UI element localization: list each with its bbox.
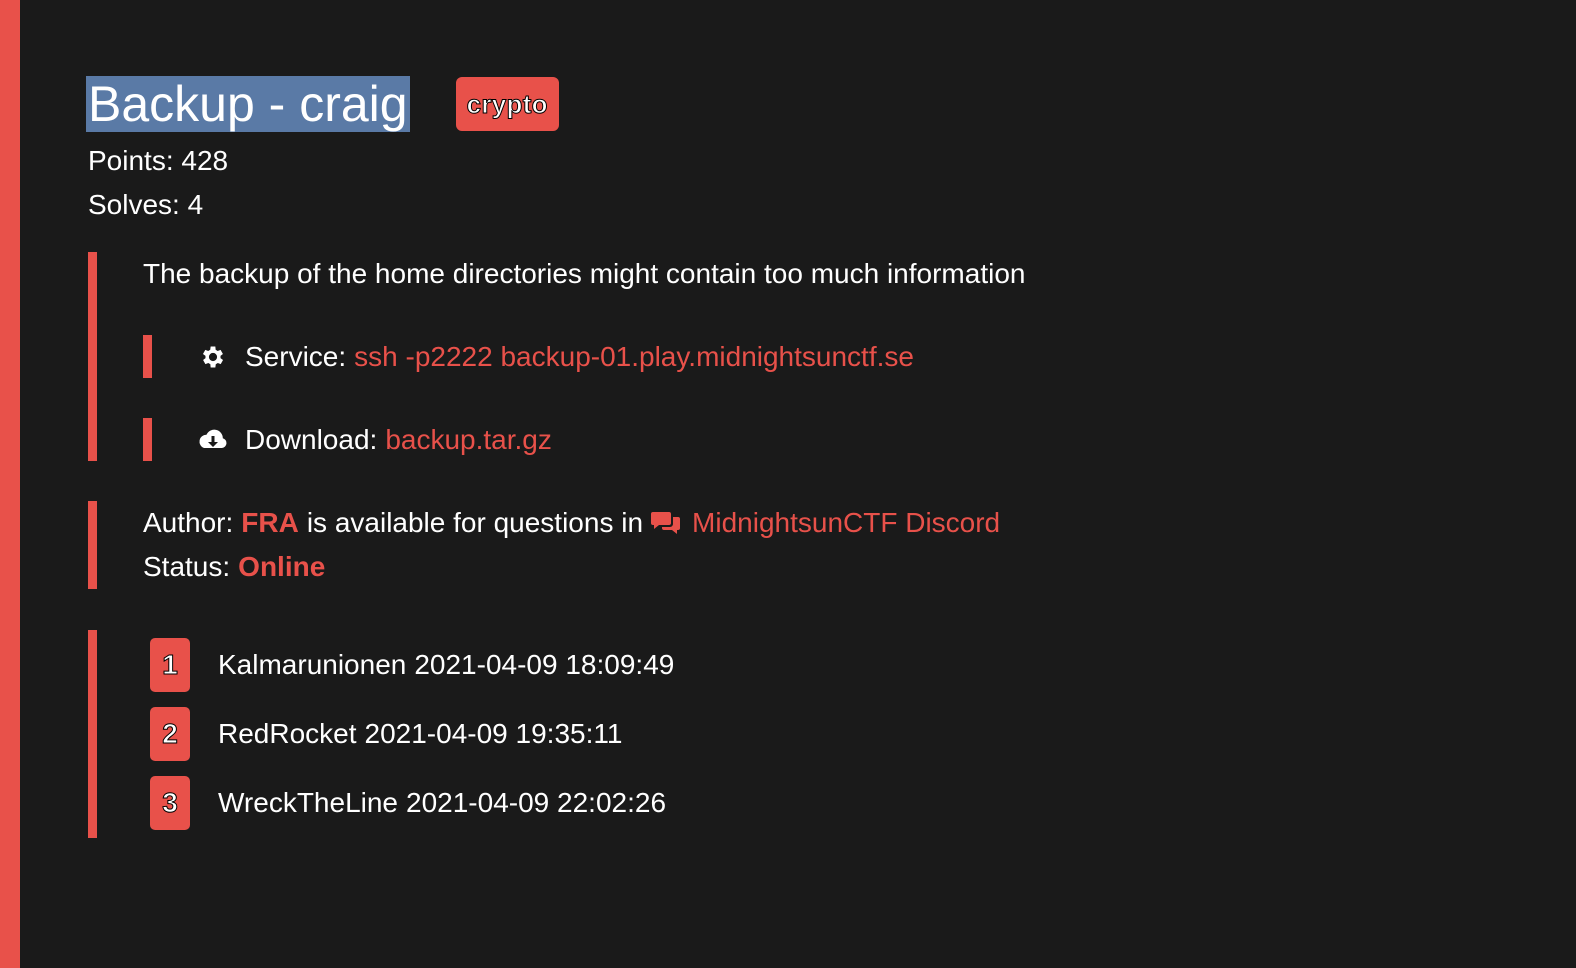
solver-team: Kalmarunionen [218,649,407,680]
title-row: Backup - craig crypto [86,76,1488,132]
discord-link[interactable]: MidnightsunCTF Discord [692,501,1000,545]
status-line: Status: Online [143,545,1488,589]
points-label: Points: [88,145,174,176]
status-value: Online [238,551,326,582]
rank-badge: 2 [150,707,190,761]
accent-edge [0,0,20,968]
author-block: Author: FRA is available for questions i… [88,501,1488,589]
list-item: 1 Kalmarunionen 2021-04-09 18:09:49 [150,638,1488,692]
author-name[interactable]: FRA [241,501,299,545]
solves-line: Solves: 4 [88,183,1488,227]
description-block: The backup of the home directories might… [88,252,1488,461]
solver-team: WreckTheLine [218,787,399,818]
chat-icon [651,508,681,538]
list-item: 2 RedRocket 2021-04-09 19:35:11 [150,707,1488,761]
challenge-title: Backup - craig [86,76,410,132]
download-link[interactable]: backup.tar.gz [385,424,552,456]
category-tag[interactable]: crypto [455,77,559,131]
solve-time: 2021-04-09 18:09:49 [414,649,675,680]
service-row: Service: ssh -p2222 backup-01.play.midni… [143,335,1488,378]
status-label: Status: [143,551,231,582]
challenge-page: Backup - craig crypto Points: 428 Solves… [0,0,1576,968]
rank-badge: 3 [150,776,190,830]
rank-badge: 1 [150,638,190,692]
solvers-list: 1 Kalmarunionen 2021-04-09 18:09:49 2 Re… [88,630,1488,838]
author-line: Author: FRA is available for questions i… [143,501,1488,545]
author-label: Author: [143,507,234,538]
service-link[interactable]: ssh -p2222 backup-01.play.midnightsunctf… [354,341,914,373]
solves-label: Solves: [88,189,180,220]
points-line: Points: 428 [88,139,1488,183]
solve-time: 2021-04-09 19:35:11 [364,718,623,749]
challenge-description: The backup of the home directories might… [143,258,1026,289]
challenge-card: Backup - craig crypto Points: 428 Solves… [86,76,1488,838]
solves-value: 4 [187,189,204,220]
points-value: 428 [181,145,229,176]
solver-team: RedRocket [218,718,357,749]
download-label: Download: [245,423,378,455]
gear-icon [197,341,229,373]
cloud-download-icon [197,424,229,456]
download-row: Download: backup.tar.gz [143,418,1488,461]
list-item: 3 WreckTheLine 2021-04-09 22:02:26 [150,776,1488,830]
author-middle-text: is available for questions in [306,507,644,538]
solve-time: 2021-04-09 22:02:26 [406,787,667,818]
service-label: Service: [245,340,347,372]
